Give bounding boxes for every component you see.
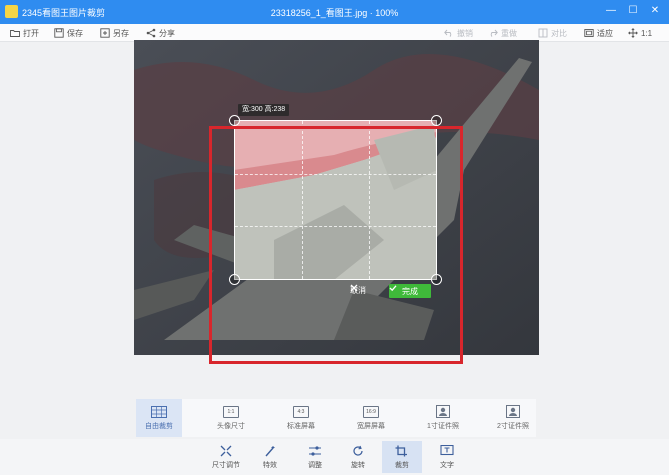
ratio-label: 2寸证件照	[497, 423, 529, 430]
tool-adjust[interactable]: 调整	[295, 441, 335, 473]
tool-rotate[interactable]: 旋转	[338, 441, 378, 473]
compare-icon	[538, 28, 548, 38]
title-bar: 2345看图王图片裁剪 23318256_1_看图王.jpg · 100% — …	[0, 0, 669, 24]
file-title: 23318256_1_看图王.jpg · 100%	[270, 8, 399, 18]
tool-effects[interactable]: 特效	[250, 441, 290, 473]
crop-size-label: 宽:300 高:238	[238, 104, 290, 116]
ratio-2-inch-photo[interactable]: 2寸证件照	[490, 399, 536, 437]
ratio-avatar[interactable]: 1:1 头像尺寸	[208, 399, 254, 437]
tool-resize[interactable]: 尺寸调节	[206, 441, 246, 473]
sliders-icon	[309, 445, 321, 456]
save-button[interactable]: 保存	[54, 26, 83, 40]
tool-label: 文字	[440, 461, 454, 469]
ratio-label: 自由裁剪	[145, 422, 173, 430]
fit-label: 适应	[597, 28, 613, 38]
rotate-icon	[353, 445, 363, 456]
tool-label: 调整	[308, 461, 322, 469]
undo-icon	[444, 29, 452, 37]
tool-crop[interactable]: 裁剪	[382, 441, 422, 473]
fit-window-icon	[584, 29, 594, 37]
tool-label: 旋转	[351, 461, 365, 469]
magic-wand-icon	[265, 445, 275, 456]
ratio-1-inch-photo[interactable]: 1寸证件照	[420, 399, 466, 437]
save-as-button[interactable]: 另存	[100, 26, 129, 40]
share-icon	[146, 28, 156, 38]
share-button[interactable]: 分享	[146, 26, 175, 40]
ratio-standard-screen[interactable]: 4:3 标准屏幕	[278, 399, 324, 437]
save-icon	[54, 28, 64, 38]
zoom-ratio-label: 1:1	[641, 28, 653, 38]
folder-icon	[10, 30, 20, 37]
share-label: 分享	[159, 28, 175, 38]
close-button[interactable]: ✕	[648, 4, 662, 18]
crop-ratio-bar: 自由裁剪 1:1 头像尺寸 4:3 标准屏幕 16:9 宽屏屏幕 1寸证件照 2…	[136, 399, 536, 437]
save-label: 保存	[67, 28, 83, 38]
text-icon	[440, 444, 454, 455]
move-icon	[628, 28, 638, 38]
id-photo-icon	[506, 405, 520, 418]
tool-label: 特效	[263, 461, 277, 469]
redo-button[interactable]: 重做	[488, 26, 517, 40]
highlight-annotation-frame	[209, 126, 463, 364]
ratio-label: 标准屏幕	[287, 422, 315, 430]
tool-label: 裁剪	[395, 461, 409, 469]
id-photo-icon	[436, 405, 450, 418]
tool-text[interactable]: 文字	[427, 441, 467, 473]
compare-button[interactable]: 对比	[538, 26, 567, 40]
redo-label: 重做	[501, 28, 517, 38]
undo-button[interactable]: 撤销	[444, 26, 473, 40]
fit-button[interactable]: 适应	[584, 26, 613, 40]
save-as-label: 另存	[113, 28, 129, 38]
compare-label: 对比	[551, 28, 567, 38]
tool-label: 尺寸调节	[212, 461, 240, 469]
ratio-4-3-icon: 4:3	[293, 405, 309, 418]
ratio-free-crop[interactable]: 自由裁剪	[136, 399, 182, 437]
original-size-button[interactable]: 1:1	[628, 26, 652, 40]
save-as-icon	[100, 28, 110, 38]
maximize-button[interactable]: ☐	[626, 4, 640, 18]
open-label: 打开	[23, 28, 39, 38]
ratio-label: 头像尺寸	[217, 422, 245, 430]
edit-tools-bar: 尺寸调节 特效 调整 旋转 裁剪 文字	[0, 439, 669, 475]
resize-icon	[220, 445, 232, 456]
ratio-label: 1寸证件照	[427, 423, 459, 430]
ratio-1-1-icon: 1:1	[223, 405, 239, 418]
undo-label: 撤销	[457, 28, 473, 38]
ratio-widescreen[interactable]: 16:9 宽屏屏幕	[348, 399, 394, 437]
redo-icon	[490, 29, 498, 37]
crop-handle-top-right[interactable]	[431, 115, 442, 126]
ratio-label: 宽屏屏幕	[357, 422, 385, 430]
crop-icon	[395, 445, 407, 456]
crop-handle-top-left[interactable]	[229, 115, 240, 126]
minimize-button[interactable]: —	[604, 4, 618, 18]
open-button[interactable]: 打开	[10, 26, 39, 40]
free-crop-icon	[151, 405, 167, 418]
ratio-16-9-icon: 16:9	[363, 405, 379, 418]
